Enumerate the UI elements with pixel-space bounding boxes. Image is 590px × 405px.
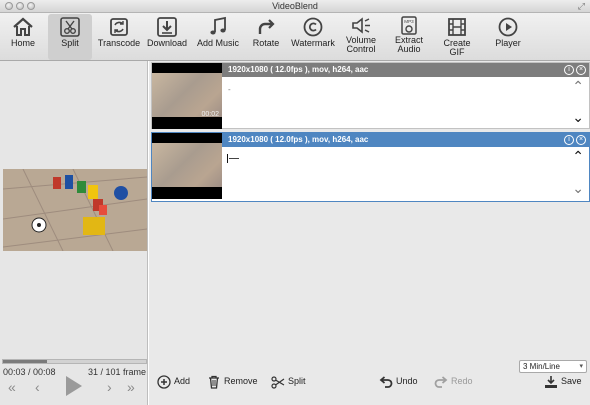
clip-marker: - [228, 85, 231, 94]
fast-forward-icon[interactable]: » [127, 379, 135, 395]
info-icon[interactable]: i [564, 65, 574, 75]
copyright-icon [303, 17, 323, 37]
toolbar-create-gif-button[interactable]: Create GIF [436, 14, 478, 60]
action-bar: Add Remove Split Undo Redo Save [149, 360, 590, 405]
toolbar-add-music-button[interactable]: Add Music [196, 14, 240, 60]
scissors-icon [271, 376, 285, 389]
download-icon [157, 17, 177, 37]
window-title: VideoBlend [272, 1, 318, 11]
clip-list-area: 00:02 1920x1080 ( 12.0fps ), mov, h264, … [149, 61, 590, 405]
save-button[interactable]: Save [544, 374, 582, 389]
clip-thumbnail: 00:02 [152, 63, 222, 129]
mp3-icon: MP3 [401, 16, 417, 35]
remove-button[interactable]: Remove [207, 374, 258, 389]
clip-marker [229, 158, 239, 159]
add-icon [157, 374, 171, 389]
text-cursor [227, 154, 228, 163]
home-icon [13, 17, 33, 36]
toolbar-watermark-button[interactable]: Watermark [291, 14, 335, 60]
film-icon [448, 18, 466, 36]
toolbar-home-button[interactable]: Home [4, 14, 42, 60]
undo-icon [379, 375, 393, 388]
clip-item[interactable]: 00:02 1920x1080 ( 12.0fps ), mov, h264, … [151, 62, 590, 129]
chevron-up-icon[interactable]: ⌃ [572, 79, 584, 93]
chevron-down-icon[interactable]: ⌄ [572, 110, 584, 124]
clip-info-text: 1920x1080 ( 12.0fps ), mov, h264, aac [228, 135, 369, 144]
play-circle-icon [498, 17, 518, 37]
close-icon[interactable]: × [576, 65, 586, 75]
redo-button[interactable]: Redo [434, 374, 473, 389]
mp3-label: MP3 [404, 19, 414, 24]
preview-progress-bar[interactable] [2, 359, 147, 364]
play-button[interactable] [66, 376, 82, 396]
thumbnail-time: 00:02 [201, 111, 219, 118]
rotate-icon [258, 19, 275, 34]
fullscreen-icon[interactable]: ⤢ [578, 1, 585, 12]
transcode-icon [110, 18, 128, 36]
add-button[interactable]: Add [157, 374, 190, 389]
clip-info-header: 1920x1080 ( 12.0fps ), mov, h264, aac [222, 63, 589, 77]
music-icon [210, 16, 226, 35]
redo-icon [434, 375, 448, 388]
toolbar-split-button[interactable]: Split [48, 14, 92, 60]
trash-icon [209, 375, 219, 389]
clip-item-selected[interactable]: 1920x1080 ( 12.0fps ), mov, h264, aac i … [151, 132, 590, 202]
save-icon [545, 375, 557, 388]
toolbar-volume-control-button[interactable]: Volume Control [340, 14, 382, 60]
undo-button[interactable]: Undo [379, 374, 418, 389]
info-icon[interactable]: i [564, 135, 574, 145]
split-icon [60, 17, 80, 37]
previous-frame-icon[interactable]: ‹ [35, 379, 40, 395]
toolbar-rotate-button[interactable]: Rotate [246, 14, 286, 60]
split-button[interactable]: Split [271, 374, 306, 389]
clip-info-header: 1920x1080 ( 12.0fps ), mov, h264, aac [222, 133, 589, 147]
toolbar-player-button[interactable]: Player [488, 14, 528, 60]
title-bar: VideoBlend ⤢ [0, 0, 590, 13]
time-readout: 00:03 / 00:08 [3, 367, 56, 377]
video-preview [2, 168, 148, 252]
clip-thumbnail [152, 133, 222, 199]
next-frame-icon[interactable]: › [107, 379, 112, 395]
preview-progress-fill [3, 360, 48, 363]
preview-panel: 00:03 / 00:08 31 / 101 frame « ‹ › » [0, 61, 148, 405]
rewind-icon[interactable]: « [8, 379, 16, 395]
frame-readout: 31 / 101 frame [87, 367, 146, 377]
toolbar-extract-audio-button[interactable]: MP3 Extract Audio [388, 14, 430, 60]
chevron-up-icon[interactable]: ⌃ [572, 149, 584, 163]
clip-info-text: 1920x1080 ( 12.0fps ), mov, h264, aac [228, 65, 369, 74]
volume-icon [352, 17, 370, 34]
preview-frame-image [2, 168, 148, 252]
close-icon[interactable]: × [576, 135, 586, 145]
main-toolbar: Home Split Transcode Download Add Music … [0, 13, 590, 61]
toolbar-transcode-button[interactable]: Transcode [97, 14, 141, 60]
toolbar-download-button[interactable]: Download [146, 14, 188, 60]
chevron-down-icon[interactable]: ⌄ [572, 181, 584, 195]
